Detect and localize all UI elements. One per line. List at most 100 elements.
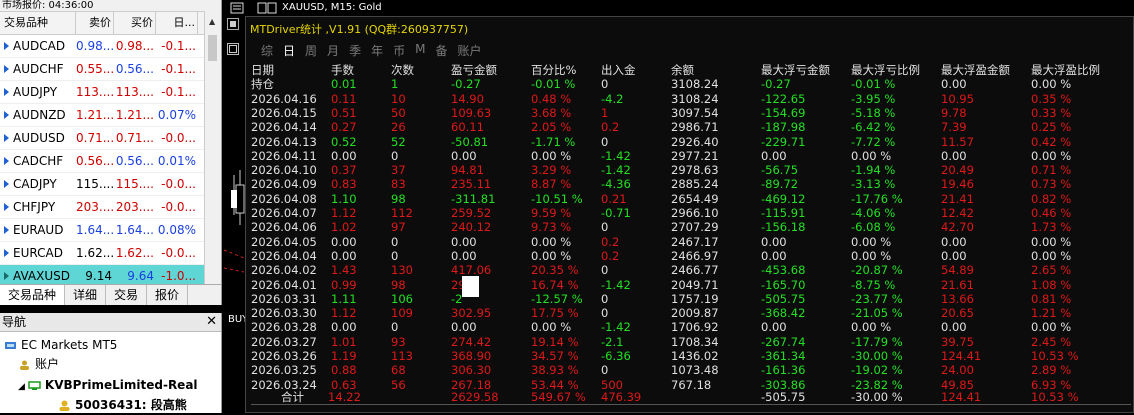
cell-max-float-loss-pct: -30.00 % [851, 349, 903, 363]
stats-row: 2026.04.09 0.83 83 235.11 8.87 % -4.36 2885.24… [251, 177, 1134, 191]
symbol-name: AUDUSD [13, 131, 65, 145]
tab-quarterly[interactable]: 季 [349, 42, 361, 59]
symbol-cell: AUDUSD [0, 127, 76, 149]
tab-monthly[interactable]: 月 [327, 42, 339, 59]
header-max-float-loss-pct[interactable]: 最大浮亏比例 [851, 63, 920, 77]
accounts-icon [20, 360, 29, 370]
cell-max-float-profit: 21.61 [941, 277, 974, 292]
header-lots[interactable]: 手数 [331, 63, 354, 77]
summary-divider [251, 404, 1131, 405]
header-max-float-profit-pct[interactable]: 最大浮盈比例 [1031, 63, 1100, 77]
market-watch-row[interactable]: EURCAD 1.62... 1.62... -0.0... [0, 242, 221, 265]
col-change-header[interactable]: 日... [156, 12, 198, 34]
chart-tools-icon[interactable] [257, 2, 277, 14]
bid-cell: 1.64... [76, 223, 114, 237]
cell-max-float-loss: -361.34 [761, 349, 806, 363]
tab-notes[interactable]: 备 [435, 42, 447, 59]
cell-count: 0 [391, 320, 399, 335]
market-watch-row[interactable]: CADCHF 0.56... 0.56... 0.01% [0, 150, 221, 173]
chart-menu-icon[interactable] [230, 2, 244, 14]
header-balance[interactable]: 余额 [671, 63, 694, 77]
cell-count: 97 [391, 220, 406, 235]
market-watch-row[interactable]: AUDCAD 0.98... 0.98... -0.1... [0, 35, 221, 58]
stats-row: 2026.04.16 0.11 10 14.90 0.48 % -4.2 3108.24 -1… [251, 92, 1134, 106]
tab-summary[interactable]: 综 [261, 42, 273, 59]
col-symbol-header[interactable]: 交易品种 [0, 12, 76, 34]
cell-pnl: 306.30 [451, 363, 492, 378]
cell-date: 持仓 [251, 77, 274, 92]
nav-item-server[interactable]: ◢ KVBPrimeLimited-Real [18, 375, 198, 395]
nav-item-broker[interactable]: EC Markets MT5 [4, 335, 117, 355]
symbol-arrow-icon [4, 42, 9, 50]
cell-max-float-profit-pct: 1.73 % [1031, 220, 1072, 235]
symbol-arrow-icon [4, 203, 9, 211]
change-cell: -0.1... [161, 62, 196, 76]
cell-pct: -12.57 % [531, 291, 583, 306]
symbol-cell: CADCHF [0, 150, 76, 172]
nav-item-account[interactable]: 50036431: 段高熊 [58, 395, 187, 415]
navigator-title: 导航 ✕ [0, 313, 221, 332]
user-icon [59, 400, 70, 411]
tab-daily[interactable]: 日 [283, 42, 295, 59]
expand-icon[interactable]: ◢ [18, 382, 25, 392]
cell-max-float-loss-pct: -7.72 % [851, 134, 896, 149]
market-watch-row[interactable]: CHFJPY 203.... 203.... -0.0... [0, 196, 221, 219]
tab-account[interactable]: 账户 [457, 42, 481, 59]
tab-magic[interactable]: M [415, 42, 425, 59]
cell-pnl: 240.12 [451, 220, 492, 235]
cell-date: 2026.03.31 [251, 291, 317, 306]
panel-toggle-icon[interactable] [227, 18, 239, 30]
market-watch-row[interactable]: AUDCHF 0.55... 0.56... -0.1... [0, 58, 221, 81]
tab-trading[interactable]: 交易 [106, 285, 148, 305]
header-pnl[interactable]: 盈亏金额 [451, 63, 497, 77]
market-watch-scrollbar[interactable]: ▲ ▼ [204, 11, 221, 305]
cell-pct: 0.00 % [531, 234, 572, 249]
header-io[interactable]: 出入金 [601, 63, 636, 77]
cell-max-float-profit: 11.57 [941, 134, 974, 149]
header-max-float-loss[interactable]: 最大浮亏金额 [761, 63, 830, 77]
tab-symbols[interactable]: 交易品种 [0, 285, 66, 305]
cell-balance: 2049.71 [671, 277, 719, 292]
col-bid-header[interactable]: 卖价 [76, 12, 114, 34]
tab-yearly[interactable]: 年 [371, 42, 383, 59]
market-watch-row[interactable]: AUDUSD 0.71... 0.71... -0.0... [0, 127, 221, 150]
cell-lots: 0.00 [331, 248, 357, 263]
cell-lots: 0.00 [331, 234, 357, 249]
scroll-up-icon[interactable]: ▲ [209, 17, 215, 26]
tab-details[interactable]: 详细 [65, 285, 107, 305]
cell-pct: -10.51 % [531, 191, 583, 206]
cell-pnl: 14.90 [451, 91, 484, 106]
scroll-thumb[interactable] [208, 35, 217, 61]
bid-cell: 203.... [76, 200, 114, 214]
summary-pct: 549.67 % [531, 390, 586, 404]
header-date[interactable]: 日期 [251, 63, 274, 77]
symbol-name: AUDCHF [13, 62, 64, 76]
nav-item-accounts[interactable]: 账户 [18, 354, 59, 374]
cell-max-float-loss: 0.00 [761, 320, 787, 335]
cell-pct: 38.93 % [531, 363, 579, 378]
market-watch-row[interactable]: EURAUD 1.64... 1.64... 0.08% [0, 219, 221, 242]
symbol-cell: AUDCHF [0, 58, 76, 80]
tab-ticks[interactable]: 报价 [147, 285, 189, 305]
cell-count: 0 [391, 248, 399, 263]
ask-cell: 0.98... [115, 39, 154, 53]
cell-pnl: 368.90 [451, 349, 492, 363]
change-cell: -0.0... [161, 131, 196, 145]
header-pct[interactable]: 百分比% [531, 63, 576, 77]
market-watch-row[interactable]: CADJPY 115.... 115.... -0.0... [0, 173, 221, 196]
market-watch-row[interactable]: AUDJPY 113.... 113.... -0.1... [0, 81, 221, 104]
cell-pct: 8.87 % [531, 177, 572, 192]
cell-lots: 0.37 [331, 163, 357, 178]
header-max-float-profit[interactable]: 最大浮盈金额 [941, 63, 1010, 77]
market-watch-row[interactable]: AUDNZD 1.21... 1.21... 0.07% [0, 104, 221, 127]
panel-side-icon[interactable] [227, 43, 239, 55]
col-ask-header[interactable]: 买价 [114, 12, 156, 34]
ask-cell: 0.71... [115, 131, 154, 145]
symbol-name: CHFJPY [13, 200, 56, 214]
tab-weekly[interactable]: 周 [305, 42, 317, 59]
tab-currency[interactable]: 币 [393, 42, 405, 59]
header-count[interactable]: 次数 [391, 63, 414, 77]
close-icon[interactable]: ✕ [206, 313, 217, 331]
symbol-name: CADJPY [13, 177, 57, 191]
cell-io: -4.2 [601, 91, 624, 106]
